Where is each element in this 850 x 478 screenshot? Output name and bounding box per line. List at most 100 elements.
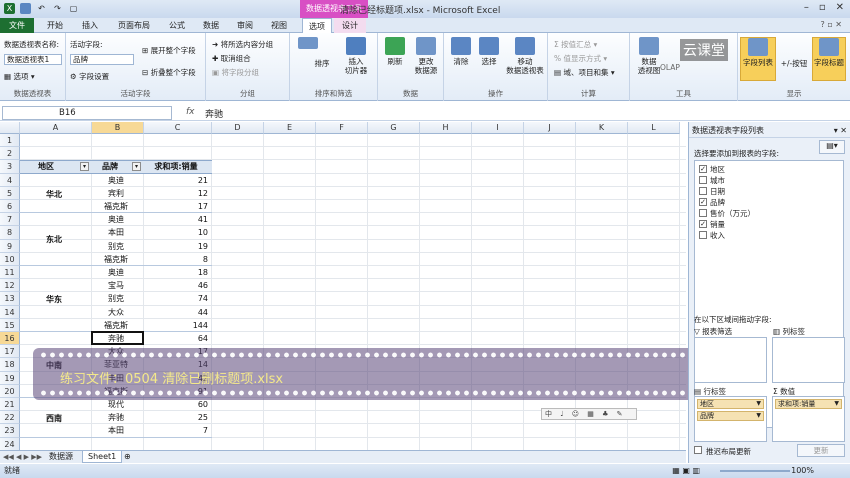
brand-cell[interactable]: 宝马 [92, 280, 140, 291]
column-header[interactable]: J [524, 122, 576, 134]
field-checkbox[interactable] [699, 209, 707, 217]
sort-az-button[interactable] [296, 37, 320, 51]
brand-cell[interactable]: 福克斯 [92, 254, 140, 265]
pivot-header-brand[interactable]: 品牌 [86, 161, 134, 172]
select-button[interactable]: 选择 [476, 37, 502, 66]
row-header[interactable]: 1 [0, 134, 20, 148]
field-name[interactable]: 地区 [710, 164, 725, 175]
value-cell[interactable]: 64 [144, 333, 208, 344]
row-header[interactable]: 16 [0, 332, 20, 346]
brand-cell[interactable]: 现代 [92, 399, 140, 410]
column-header[interactable]: H [420, 122, 472, 134]
pivot-header-region[interactable]: 地区 [12, 161, 80, 172]
select-all-corner[interactable] [0, 122, 20, 134]
value-cell[interactable]: 74 [144, 293, 208, 304]
values-area[interactable]: 求和项:销量 ▼ [772, 396, 845, 442]
zoom-slider[interactable] [720, 470, 790, 472]
print-preview-icon[interactable]: ▢ [68, 3, 79, 14]
pivot-name-input[interactable]: 数据透视表1 [4, 54, 62, 65]
row-header[interactable]: 9 [0, 239, 20, 253]
column-labels-area[interactable] [772, 337, 845, 383]
help-icon[interactable]: ? ▫ ✕ [821, 20, 842, 29]
row-header[interactable]: 5 [0, 186, 20, 200]
pane-close-icon[interactable]: ▾ ✕ [834, 124, 847, 138]
brand-cell[interactable]: 奔驰 [92, 412, 140, 423]
row-header[interactable]: 18 [0, 358, 20, 372]
row-header[interactable]: 23 [0, 424, 20, 438]
formula-input[interactable]: 奔驰 [205, 107, 223, 120]
change-source-button[interactable]: 更改 数据源 [410, 37, 442, 75]
field-headers-button[interactable]: 字段标题 [812, 37, 846, 81]
save-icon[interactable] [20, 3, 31, 14]
minimize-icon[interactable]: – [804, 2, 809, 13]
view-buttons[interactable]: ▦ ▣ ▥ [672, 464, 700, 478]
field-list-button[interactable]: 字段列表 [740, 37, 776, 81]
field-checkbox[interactable]: ✓ [699, 198, 707, 206]
value-cell[interactable]: 18 [144, 267, 208, 278]
maximize-icon[interactable]: ▫ [819, 2, 826, 13]
clear-button[interactable]: 清除 [448, 37, 474, 66]
brand-cell[interactable]: 奥迪 [92, 214, 140, 225]
brand-cell[interactable]: 奥迪 [92, 267, 140, 278]
row-header[interactable]: 6 [0, 200, 20, 214]
row-header[interactable]: 13 [0, 292, 20, 306]
field-checkbox[interactable]: ✓ [699, 220, 707, 228]
expand-field-button[interactable]: ⊞ 展开整个字段 [142, 45, 196, 56]
row-header[interactable]: 12 [0, 279, 20, 293]
group-selection-button[interactable]: ➜ 将所选内容分组 [212, 39, 273, 50]
brand-cell[interactable]: 大众 [92, 307, 140, 318]
brand-cell[interactable]: 福克斯 [92, 320, 140, 331]
show-values-as-button[interactable]: % 值显示方式 ▾ [554, 53, 607, 64]
row-header[interactable]: 14 [0, 305, 20, 319]
field-checkbox[interactable] [699, 187, 707, 195]
tab-formulas[interactable]: 公式 [162, 18, 192, 33]
report-filter-area[interactable] [694, 337, 767, 383]
ime-toolbar[interactable]: 中 ♩ ☺ ▦ ♣ ✎ [541, 408, 637, 420]
field-checkbox[interactable] [699, 231, 707, 239]
field-name[interactable]: 收入 [710, 230, 725, 241]
field-name[interactable]: 售价（万元） [710, 208, 755, 219]
region-label[interactable]: 华北 [20, 175, 88, 215]
column-header[interactable]: L [628, 122, 680, 134]
brand-cell[interactable]: 福克斯 [92, 201, 140, 212]
region-label[interactable]: 华东 [20, 267, 88, 333]
tab-review[interactable]: 审阅 [230, 18, 260, 33]
tab-page-layout[interactable]: 页面布局 [112, 18, 156, 33]
tab-data[interactable]: 数据 [196, 18, 226, 33]
field-name[interactable]: 品牌 [710, 197, 725, 208]
close-icon[interactable]: ✕ [836, 2, 844, 13]
tab-options[interactable]: 选项 [302, 18, 332, 34]
row-header[interactable]: 24 [0, 437, 20, 450]
column-header[interactable]: I [472, 122, 524, 134]
column-header[interactable]: A [20, 122, 92, 134]
column-header[interactable]: B [92, 122, 144, 134]
value-cell[interactable]: 21 [144, 175, 208, 186]
brand-cell[interactable]: 本田 [92, 425, 140, 436]
update-button[interactable]: 更新 [797, 444, 845, 457]
value-cell[interactable]: 44 [144, 307, 208, 318]
brand-cell[interactable]: 别克 [92, 241, 140, 252]
column-header[interactable]: D [212, 122, 264, 134]
filter-dropdown-icon[interactable]: ▾ [132, 162, 141, 172]
value-cell[interactable]: 46 [144, 280, 208, 291]
ungroup-button[interactable]: ✚ 取消组合 [212, 53, 251, 64]
column-header[interactable]: G [368, 122, 420, 134]
row-header[interactable]: 11 [0, 266, 20, 280]
new-sheet-icon[interactable]: ⊕ [124, 452, 131, 461]
field-checkbox[interactable] [699, 176, 707, 184]
defer-update-checkbox[interactable] [694, 446, 702, 454]
tab-view[interactable]: 视图 [264, 18, 294, 33]
value-cell[interactable]: 8 [144, 254, 208, 265]
insert-slicer-button[interactable]: 插入 切片器 [338, 37, 374, 75]
value-cell[interactable]: 10 [144, 227, 208, 238]
sheet-tab-source[interactable]: 数据源 [44, 451, 78, 463]
row-header[interactable]: 22 [0, 411, 20, 425]
fields-items-button[interactable]: ▤ 域、项目和集 ▾ [554, 67, 615, 78]
row-header[interactable]: 19 [0, 371, 20, 385]
region-label[interactable]: 东北 [20, 214, 88, 267]
row-header[interactable]: 15 [0, 318, 20, 332]
worksheet-grid[interactable]: A B C D E F G H I J K L 1 2 3 4 5 6 7 8 9 10 11 12 13 14 15 16 17 18 1… [0, 122, 686, 450]
plus-minus-buttons-button[interactable]: +/-按钮 [778, 59, 810, 68]
value-cell[interactable]: 41 [144, 214, 208, 225]
value-cell[interactable]: 12 [144, 188, 208, 199]
